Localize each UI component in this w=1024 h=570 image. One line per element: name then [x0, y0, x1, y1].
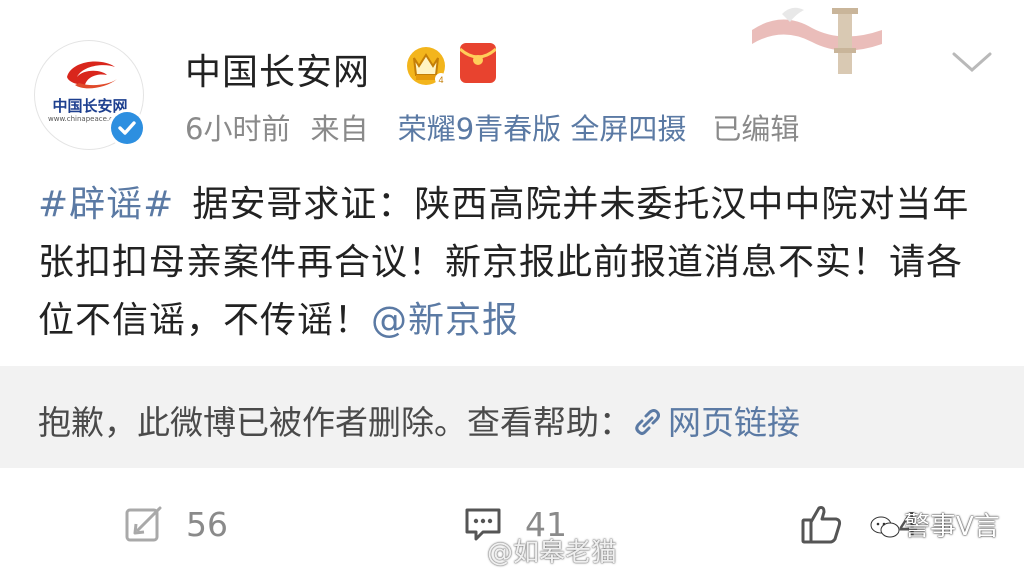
- deleted-notice-text: 抱歉，此微博已被作者删除。查看帮助：: [38, 403, 632, 442]
- repost-icon: [125, 506, 162, 542]
- author-name[interactable]: 中国长安网: [185, 43, 370, 95]
- chevron-down-icon[interactable]: [950, 48, 994, 76]
- red-packet-icon[interactable]: [459, 43, 497, 83]
- like-icon: [801, 506, 842, 544]
- post-content: #辟谣# 据安哥求证：陕西高院并未委托汉中中院对当年张扣扣母亲案件再合议！新京报此…: [38, 176, 998, 350]
- wechat-watermark-text: 警事V言: [904, 512, 1000, 542]
- repost-button[interactable]: 56: [124, 502, 228, 546]
- wechat-watermark: 警事V言: [870, 506, 1000, 543]
- source-label: 来自: [310, 112, 369, 146]
- topic-link[interactable]: #辟谣#: [38, 184, 174, 225]
- brand-logo-icon: [67, 61, 117, 89]
- header-decoration-image: [752, 7, 882, 74]
- verified-badge: [108, 109, 146, 147]
- deleted-repost-box: 抱歉，此微博已被作者删除。查看帮助： 网页链接: [0, 366, 1024, 468]
- mention-link[interactable]: @新京报: [371, 300, 519, 341]
- device-link[interactable]: 荣耀9青春版 全屏四摄: [398, 112, 687, 146]
- help-web-link[interactable]: 网页链接: [632, 403, 800, 442]
- weibo-watermark: @如皋老猫: [455, 532, 617, 569]
- weibo-watermark-text: @如皋老猫: [487, 538, 618, 568]
- svg-text:4: 4: [438, 75, 443, 85]
- weibo-logo-icon: [455, 543, 482, 565]
- wechat-logo-icon: [870, 516, 900, 538]
- post-time: 6小时前: [185, 112, 291, 146]
- repost-count: 56: [186, 504, 228, 544]
- post-meta: 6小时前 来自 荣耀9青春版 全屏四摄 已编辑: [185, 106, 819, 148]
- verified-icon: [118, 121, 136, 135]
- edited-label[interactable]: 已编辑: [712, 112, 799, 146]
- link-icon: [635, 409, 660, 435]
- crown-icon[interactable]: 4: [405, 44, 447, 86]
- help-web-link-label: 网页链接: [668, 403, 800, 442]
- weibo-post-card: 中国长安网 www.chinapeace.gov.cn 中国长安网 4 6小时前…: [0, 0, 1024, 570]
